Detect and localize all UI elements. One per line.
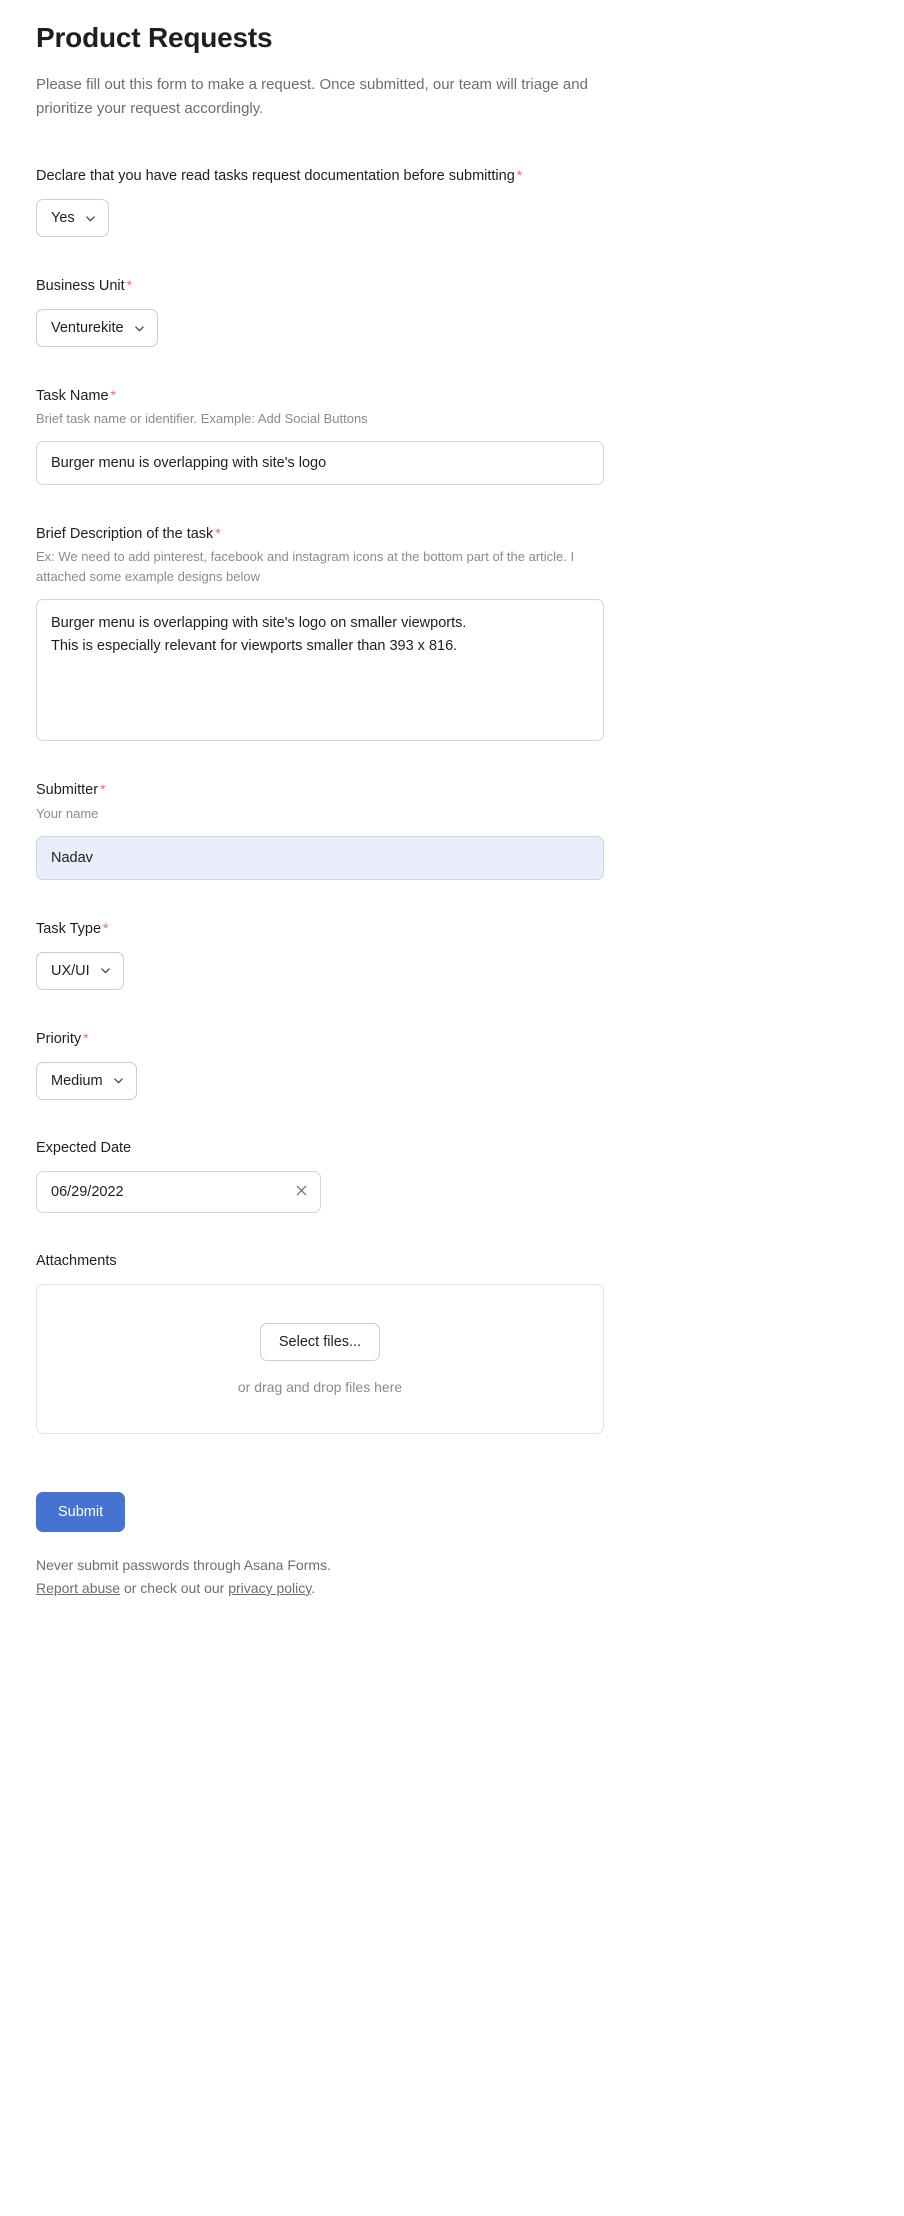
field-business-unit: Business Unit * Venturekite: [36, 275, 604, 348]
drag-drop-hint: or drag and drop files here: [237, 1378, 403, 1395]
business-unit-select[interactable]: Venturekite: [36, 309, 158, 348]
field-business-unit-label-text: Business Unit: [36, 278, 125, 295]
chevron-down-icon: [134, 323, 145, 334]
field-declare-label-text: Declare that you have read tasks request…: [36, 168, 515, 184]
field-business-unit-label: Business Unit *: [36, 275, 604, 297]
required-marker: *: [103, 919, 109, 936]
field-description-label-text: Brief Description of the task: [36, 526, 214, 543]
field-submitter: Submitter * Your name: [36, 779, 604, 880]
close-icon: [295, 1184, 308, 1200]
field-attachments-label: Attachments: [36, 1252, 117, 1269]
legal-end-text: .: [311, 1579, 316, 1596]
required-marker: *: [126, 277, 133, 294]
field-description-label: Brief Description of the task *: [36, 523, 604, 545]
required-marker: *: [100, 781, 106, 798]
submitter-input[interactable]: [36, 835, 604, 880]
chevron-down-icon: [85, 213, 96, 224]
priority-select[interactable]: Medium: [36, 1061, 137, 1100]
field-submitter-help: Your name: [36, 805, 99, 821]
field-expected-date: Expected Date: [36, 1138, 604, 1213]
report-abuse-link[interactable]: Report abuse: [36, 1580, 120, 1596]
field-priority-label: Priority *: [36, 1028, 604, 1050]
clear-date-button[interactable]: [290, 1181, 312, 1203]
field-task-type: Task Type * UX/UI: [36, 918, 604, 990]
field-task-name-help: Brief task name or identifier. Example: …: [36, 411, 368, 427]
privacy-policy-link[interactable]: privacy policy: [228, 1580, 311, 1596]
task-type-select[interactable]: UX/UI: [36, 951, 124, 990]
business-unit-select-value: Venturekite: [51, 320, 124, 337]
select-files-button[interactable]: Select files...: [259, 1322, 381, 1361]
submit-button[interactable]: Submit: [36, 1491, 126, 1532]
field-task-name-label-text: Task Name: [36, 388, 109, 405]
field-task-name: Task Name * Brief task name or identifier…: [36, 385, 604, 486]
field-submitter-label-text: Submitter: [36, 782, 99, 799]
task-type-select-value: UX/UI: [51, 962, 90, 979]
task-name-input[interactable]: [36, 441, 604, 486]
required-marker: *: [110, 387, 116, 404]
declare-select[interactable]: Yes: [36, 199, 109, 238]
expected-date-wrapper: [36, 1170, 321, 1213]
field-description-help: Ex: We need to add pinterest, facebook a…: [36, 549, 575, 585]
page-title: Product Requests: [36, 22, 273, 53]
field-priority: Priority * Medium: [36, 1028, 604, 1100]
product-request-form: Product Requests Please fill out this fo…: [0, 0, 640, 1600]
field-submitter-label: Submitter *: [36, 779, 604, 801]
field-task-type-label-text: Task Type: [36, 920, 102, 937]
expected-date-input[interactable]: [36, 1170, 321, 1213]
form-description: Please fill out this form to make a requ…: [36, 76, 588, 117]
field-declare-label: Declare that you have read tasks request…: [36, 165, 604, 187]
field-task-name-label: Task Name *: [36, 385, 604, 407]
required-marker: *: [516, 167, 523, 183]
required-marker: *: [83, 1029, 89, 1046]
required-marker: *: [215, 525, 221, 542]
description-textarea[interactable]: Burger menu is overlapping with site's l…: [36, 599, 604, 742]
legal-text: Never submit passwords through Asana For…: [36, 1554, 604, 1600]
field-declare: Declare that you have read tasks request…: [36, 165, 604, 238]
priority-select-value: Medium: [51, 1072, 103, 1089]
field-attachments: Attachments Select files... or drag and …: [36, 1251, 604, 1434]
declare-select-value: Yes: [51, 210, 75, 227]
legal-links-line: Report abuse or check out our privacy po…: [36, 1577, 604, 1600]
chevron-down-icon: [113, 1075, 124, 1086]
password-warning: Never submit passwords through Asana For…: [36, 1556, 331, 1573]
field-priority-label-text: Priority: [36, 1030, 82, 1047]
chevron-down-icon: [100, 965, 111, 976]
field-description: Brief Description of the task * Ex: We ne…: [36, 523, 604, 742]
legal-middle-text: or check out our: [120, 1579, 229, 1596]
field-expected-date-label: Expected Date: [36, 1139, 132, 1156]
form-footer: Submit Never submit passwords through As…: [36, 1491, 604, 1600]
attachments-dropzone[interactable]: Select files... or drag and drop files h…: [36, 1283, 604, 1434]
field-task-type-label: Task Type *: [36, 918, 604, 940]
